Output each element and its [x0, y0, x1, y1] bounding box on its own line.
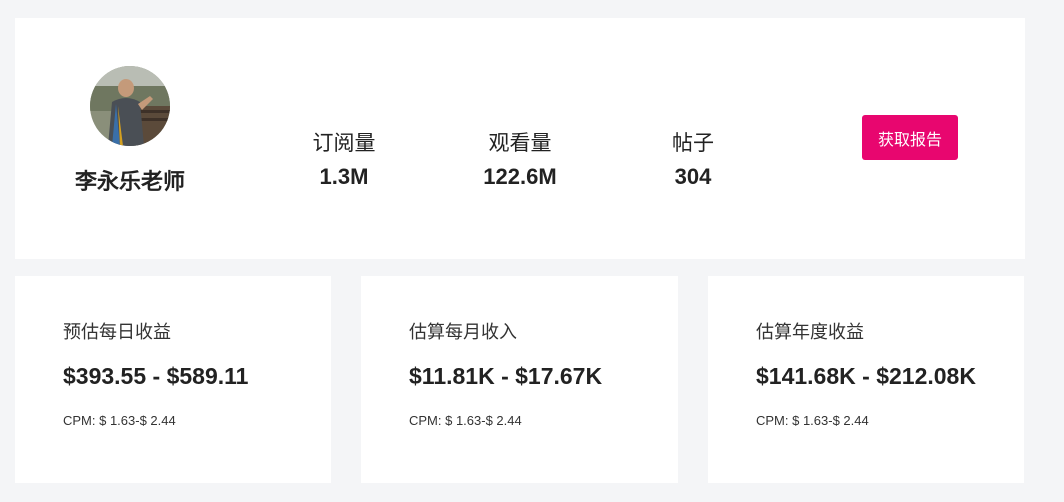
earnings-title: 估算每月收入 — [409, 322, 517, 342]
stat-value: 304 — [674, 164, 712, 189]
stat-subscribers: 订阅量 1.3M — [274, 130, 414, 192]
stat-label: 观看量 — [488, 132, 552, 155]
earnings-title: 估算年度收益 — [756, 322, 864, 342]
earnings-card-yearly: 估算年度收益 $141.68K - $212.08K CPM: $ 1.63-$… — [708, 276, 1024, 483]
earnings-cpm: CPM: $ 1.63-$ 2.44 — [756, 413, 869, 428]
stat-label: 订阅量 — [312, 132, 376, 155]
earnings-title: 预估每日收益 — [63, 322, 171, 342]
get-report-button[interactable]: 获取报告 — [862, 115, 958, 160]
earnings-cpm: CPM: $ 1.63-$ 2.44 — [63, 413, 176, 428]
stat-value: 122.6M — [483, 164, 557, 189]
earnings-range: $11.81K - $17.67K — [409, 363, 603, 389]
earnings-card-daily: 预估每日收益 $393.55 - $589.11 CPM: $ 1.63-$ 2… — [15, 276, 331, 483]
avatar[interactable] — [90, 66, 170, 146]
stat-views: 观看量 122.6M — [450, 130, 590, 192]
earnings-range: $141.68K - $212.08K — [756, 363, 976, 389]
earnings-range: $393.55 - $589.11 — [63, 363, 249, 389]
stat-label: 帖子 — [672, 132, 714, 155]
avatar-image — [90, 66, 170, 146]
channel-name: 李永乐老师 — [74, 169, 185, 194]
stat-value: 1.3M — [319, 164, 369, 189]
earnings-card-monthly: 估算每月收入 $11.81K - $17.67K CPM: $ 1.63-$ 2… — [361, 276, 678, 483]
stat-posts: 帖子 304 — [623, 130, 763, 192]
earnings-cpm: CPM: $ 1.63-$ 2.44 — [409, 413, 522, 428]
channel-profile-card: 李永乐老师 订阅量 1.3M 观看量 122.6M 帖子 304 获取报告 — [15, 18, 1025, 259]
